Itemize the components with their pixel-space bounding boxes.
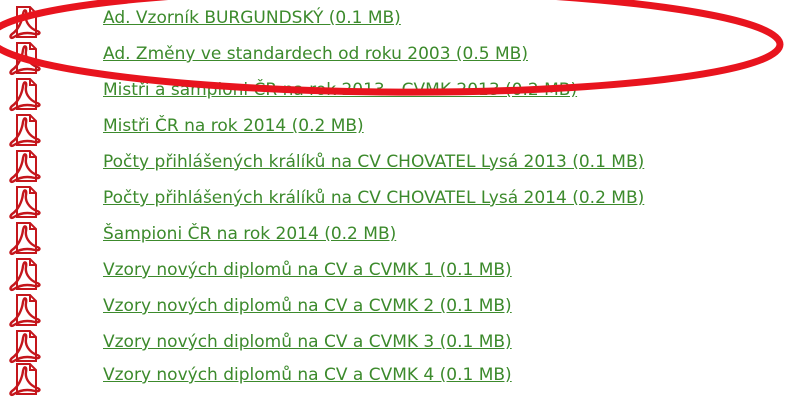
pdf-icon[interactable] <box>8 76 42 112</box>
pdf-icon[interactable] <box>8 148 42 184</box>
pdf-icon[interactable] <box>8 40 42 76</box>
file-link[interactable]: Šampioni ČR na rok 2014 (0.2 MB) <box>103 223 396 245</box>
pdf-icon[interactable] <box>8 220 42 256</box>
list-item: Vzory nových diplomů na CV a CVMK 1 (0.1… <box>0 256 792 292</box>
file-link[interactable]: Ad. Vzorník BURGUNDSKÝ (0.1 MB) <box>103 7 401 29</box>
list-item: Vzory nových diplomů na CV a CVMK 3 (0.1… <box>0 328 792 364</box>
pdf-icon[interactable] <box>8 361 42 397</box>
file-link[interactable]: Počty přihlášených králíků na CV CHOVATE… <box>103 151 644 173</box>
list-item: Šampioni ČR na rok 2014 (0.2 MB) <box>0 220 792 256</box>
list-item: Mistři ČR na rok 2014 (0.2 MB) <box>0 112 792 148</box>
file-link[interactable]: Počty přihlášených králíků na CV CHOVATE… <box>103 187 644 209</box>
file-link[interactable]: Vzory nových diplomů na CV a CVMK 2 (0.1… <box>103 295 512 317</box>
file-link[interactable]: Vzory nových diplomů na CV a CVMK 3 (0.1… <box>103 331 512 353</box>
pdf-icon[interactable] <box>8 184 42 220</box>
list-item: Mistři a šampioni ČR na rok 2013 - CVMK … <box>0 76 792 112</box>
pdf-icon[interactable] <box>8 4 42 40</box>
pdf-icon[interactable] <box>8 256 42 292</box>
file-link[interactable]: Vzory nových diplomů na CV a CVMK 4 (0.1… <box>103 364 512 386</box>
list-item: Počty přihlášených králíků na CV CHOVATE… <box>0 184 792 220</box>
list-item: Ad. Vzorník BURGUNDSKÝ (0.1 MB) <box>0 4 792 40</box>
file-link[interactable]: Mistři ČR na rok 2014 (0.2 MB) <box>103 115 364 137</box>
pdf-icon[interactable] <box>8 292 42 328</box>
file-link[interactable]: Mistři a šampioni ČR na rok 2013 - CVMK … <box>103 79 577 101</box>
list-item: Vzory nových diplomů na CV a CVMK 4 (0.1… <box>0 361 792 397</box>
list-item: Vzory nových diplomů na CV a CVMK 2 (0.1… <box>0 292 792 328</box>
list-item: Ad. Změny ve standardech od roku 2003 (0… <box>0 40 792 76</box>
pdf-icon[interactable] <box>8 112 42 148</box>
list-item: Počty přihlášených králíků na CV CHOVATE… <box>0 148 792 184</box>
pdf-icon[interactable] <box>8 328 42 364</box>
file-link[interactable]: Vzory nových diplomů na CV a CVMK 1 (0.1… <box>103 259 512 281</box>
file-link[interactable]: Ad. Změny ve standardech od roku 2003 (0… <box>103 43 528 65</box>
